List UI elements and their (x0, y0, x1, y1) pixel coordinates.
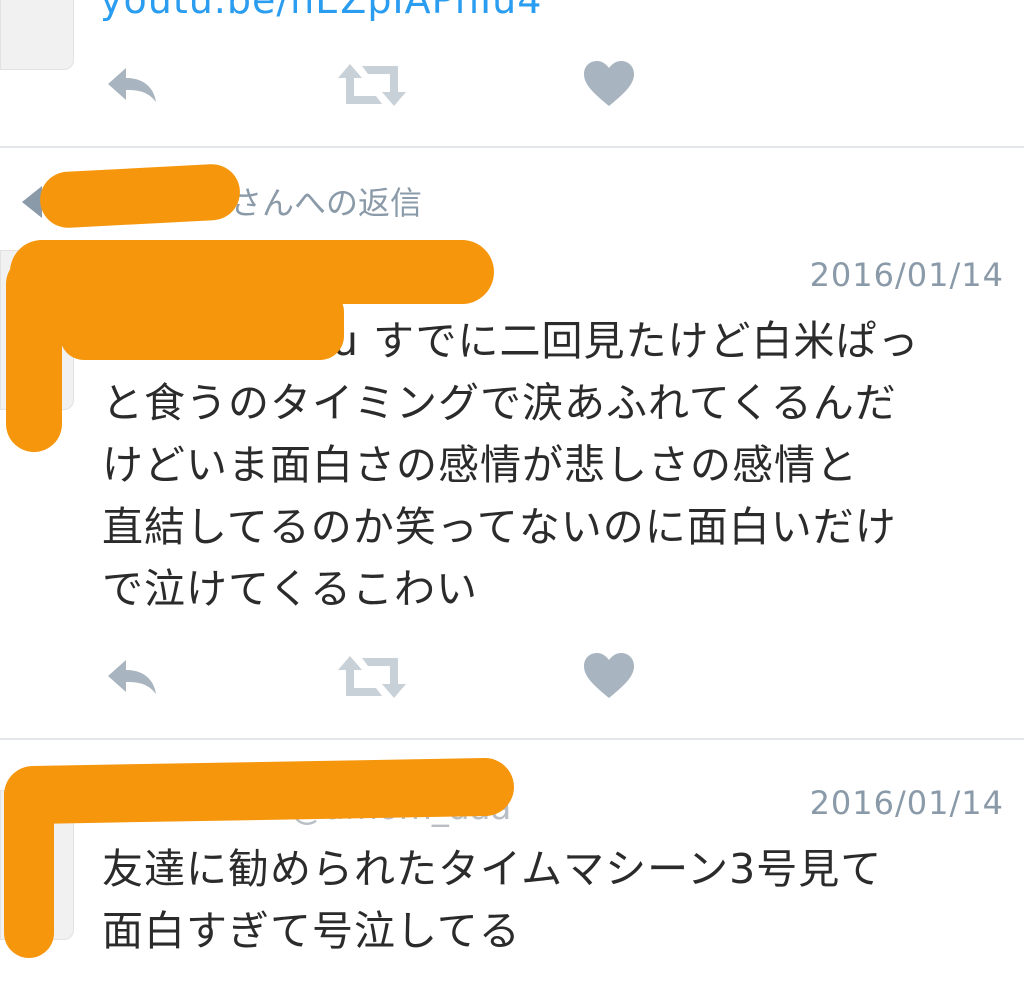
reply-icon[interactable] (104, 64, 162, 106)
tweet-line: 直結してるのか笑ってないのに面白いだけ (102, 503, 897, 551)
tweet-date: 2016/01/14 (809, 256, 1004, 294)
redaction-mark (38, 162, 242, 230)
tweet-date: 2016/01/14 (809, 784, 1004, 822)
tweet-line: 面白すぎて号泣してる (102, 907, 521, 955)
back-chevron-icon[interactable] (22, 186, 42, 218)
tweet-divider (0, 146, 1024, 148)
heart-icon[interactable] (582, 652, 636, 700)
tweet-link[interactable]: youtu.be/nEZpIAPnIu4 (100, 0, 542, 22)
tweet-text: 友達に勧められたタイムマシーン3号見て 面白すぎて号泣してる (102, 838, 1012, 962)
retweet-icon[interactable] (336, 654, 408, 700)
redaction-mark (3, 757, 515, 825)
avatar[interactable] (0, 0, 74, 70)
redaction-mark (4, 770, 54, 958)
redaction-mark (60, 288, 344, 360)
tweet-line-text: すでに二回見たけど白米ぱっ (373, 317, 920, 365)
redaction-mark (6, 256, 62, 452)
tweet-line: と食うのタイミングで涙あふれてくるんだ (102, 379, 897, 427)
tweet-line: けどいま面白さの感情が悲しさの感情と (102, 441, 858, 489)
tweet-line: 友達に勧められたタイムマシーン3号見て (102, 845, 883, 893)
tweet-line: で泣けてくるこわい (102, 565, 478, 613)
retweet-icon[interactable] (336, 62, 408, 108)
reply-context[interactable]: さんへの返信 (230, 178, 422, 224)
tweet-divider (0, 738, 1024, 740)
heart-icon[interactable] (582, 60, 636, 108)
reply-icon[interactable] (104, 656, 162, 698)
